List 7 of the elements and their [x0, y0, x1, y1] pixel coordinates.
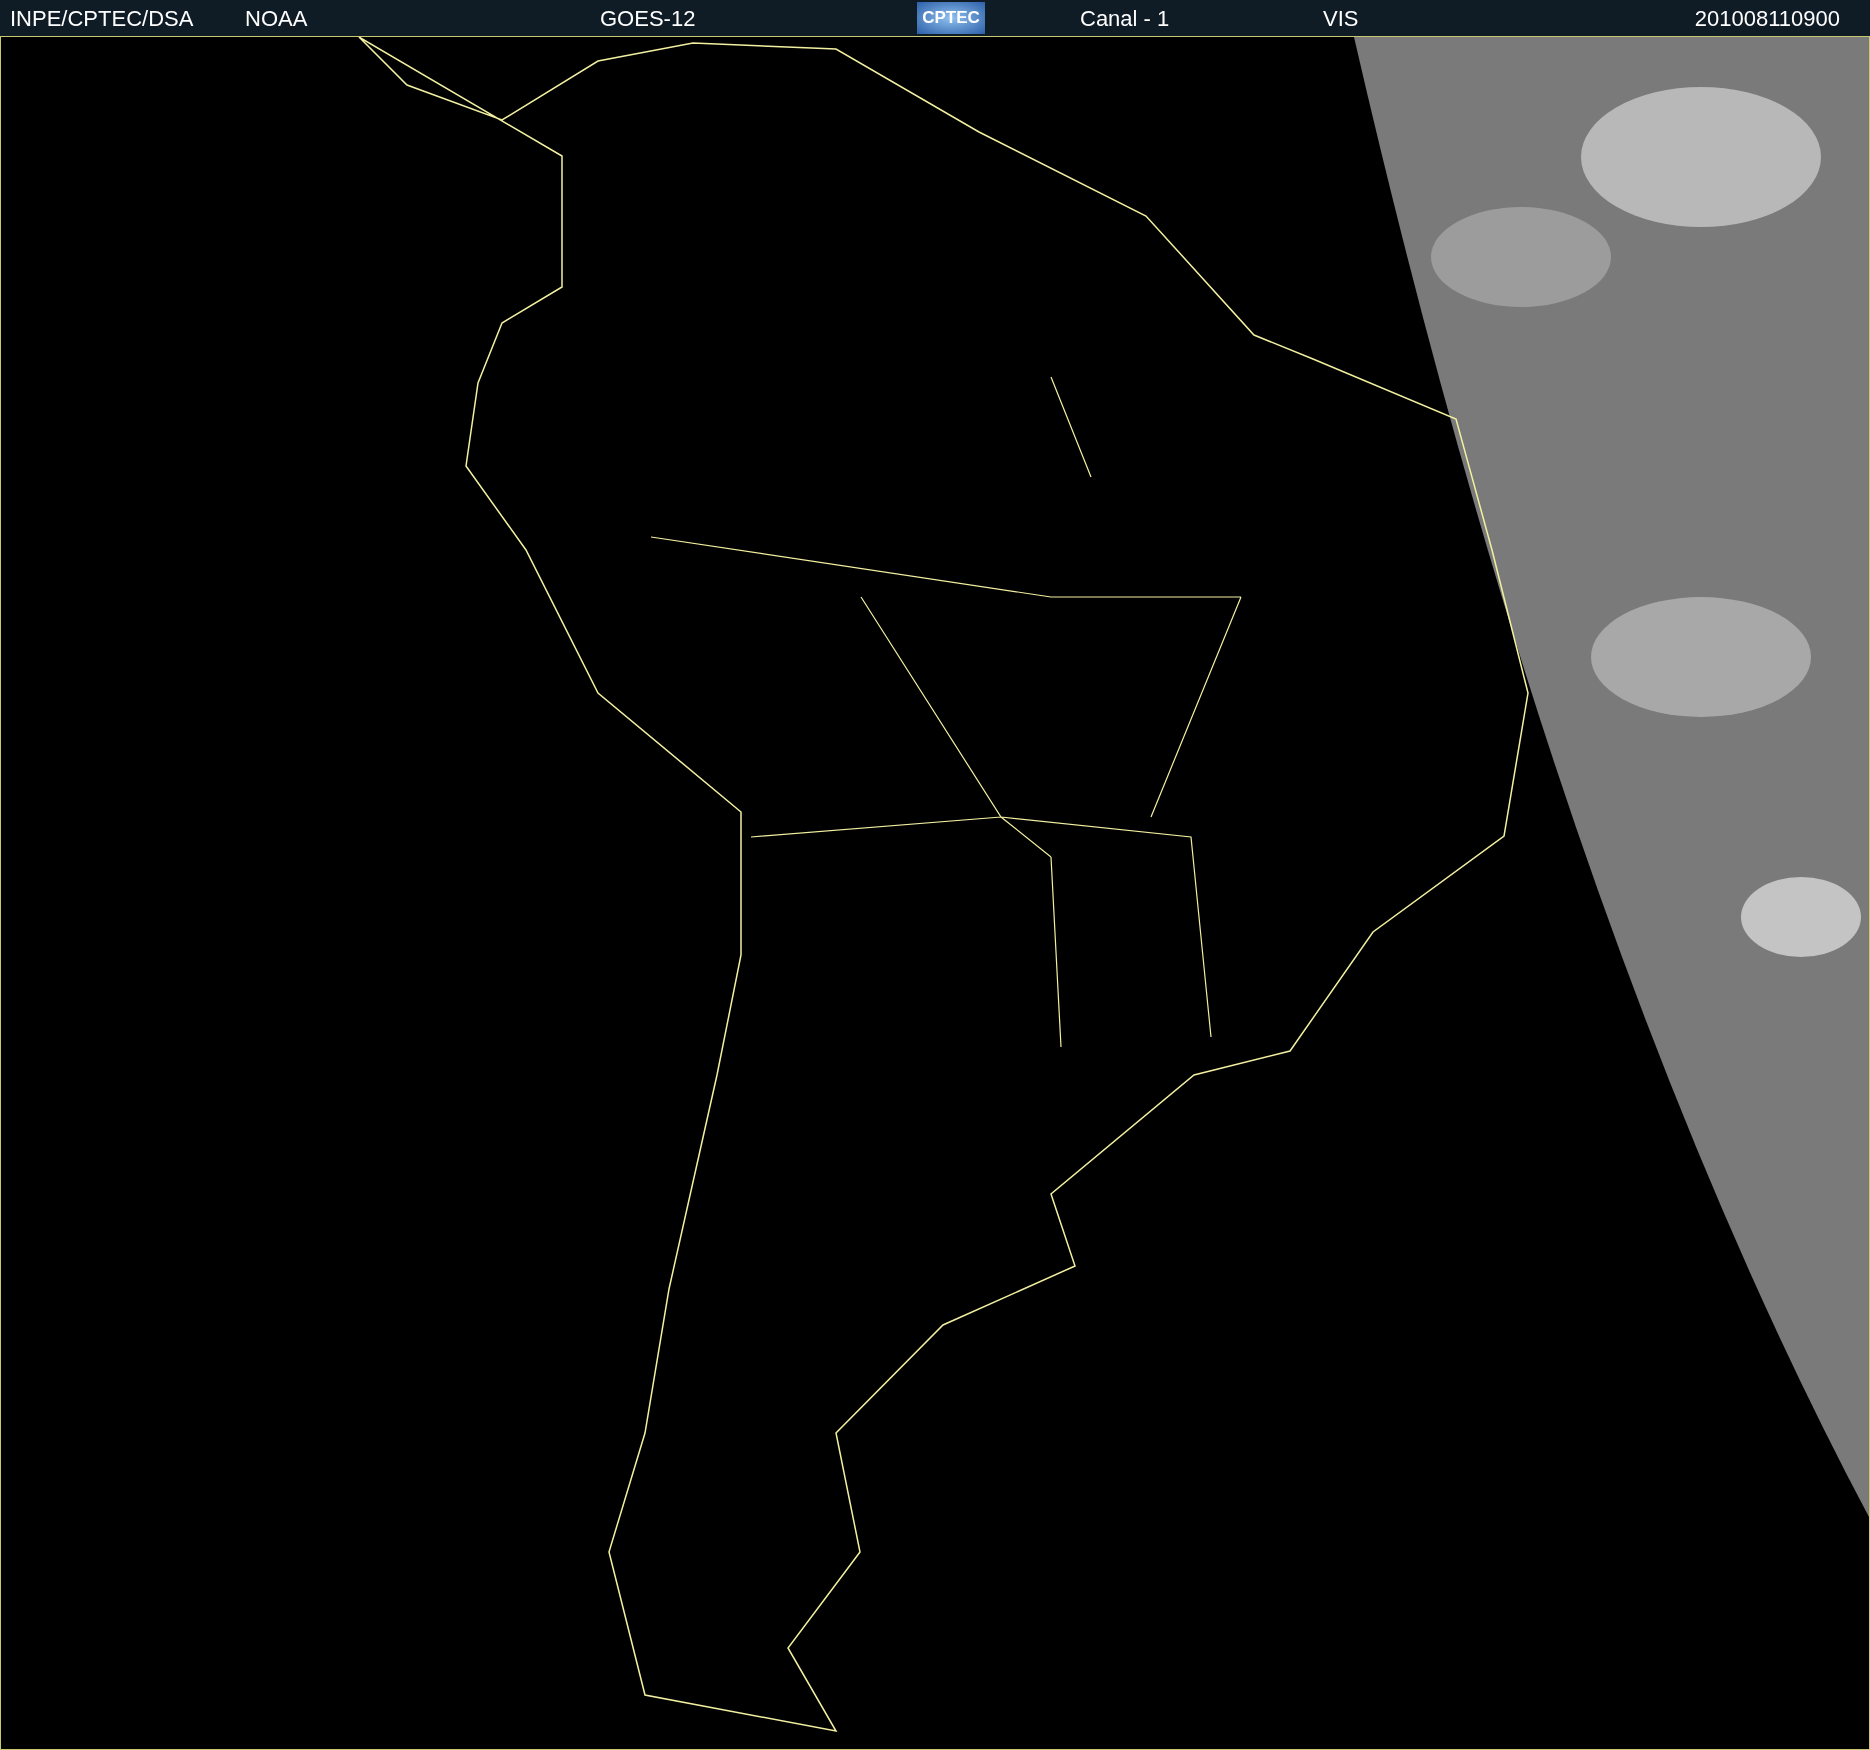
header-text: VIS — [1323, 6, 1359, 32]
header-text: 201008110900 — [1694, 6, 1840, 32]
header-text: INPE/CPTEC/DSA — [10, 6, 194, 32]
logo: CPTEC — [917, 2, 985, 34]
header-text: GOES-12 — [600, 6, 696, 32]
header-text: Canal - 1 — [1080, 6, 1170, 32]
header-text: NOAA — [245, 6, 308, 32]
